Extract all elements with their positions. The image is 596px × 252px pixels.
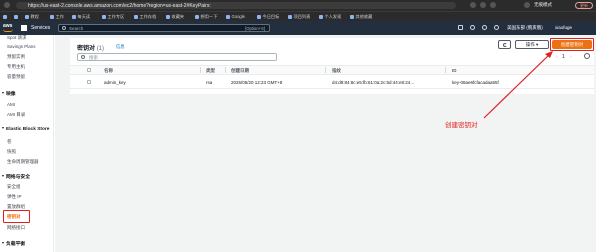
annotation-arrow-line: [483, 52, 552, 119]
annotation-label: 创建密钥对: [445, 122, 478, 129]
annotation-arrow: [483, 51, 553, 119]
